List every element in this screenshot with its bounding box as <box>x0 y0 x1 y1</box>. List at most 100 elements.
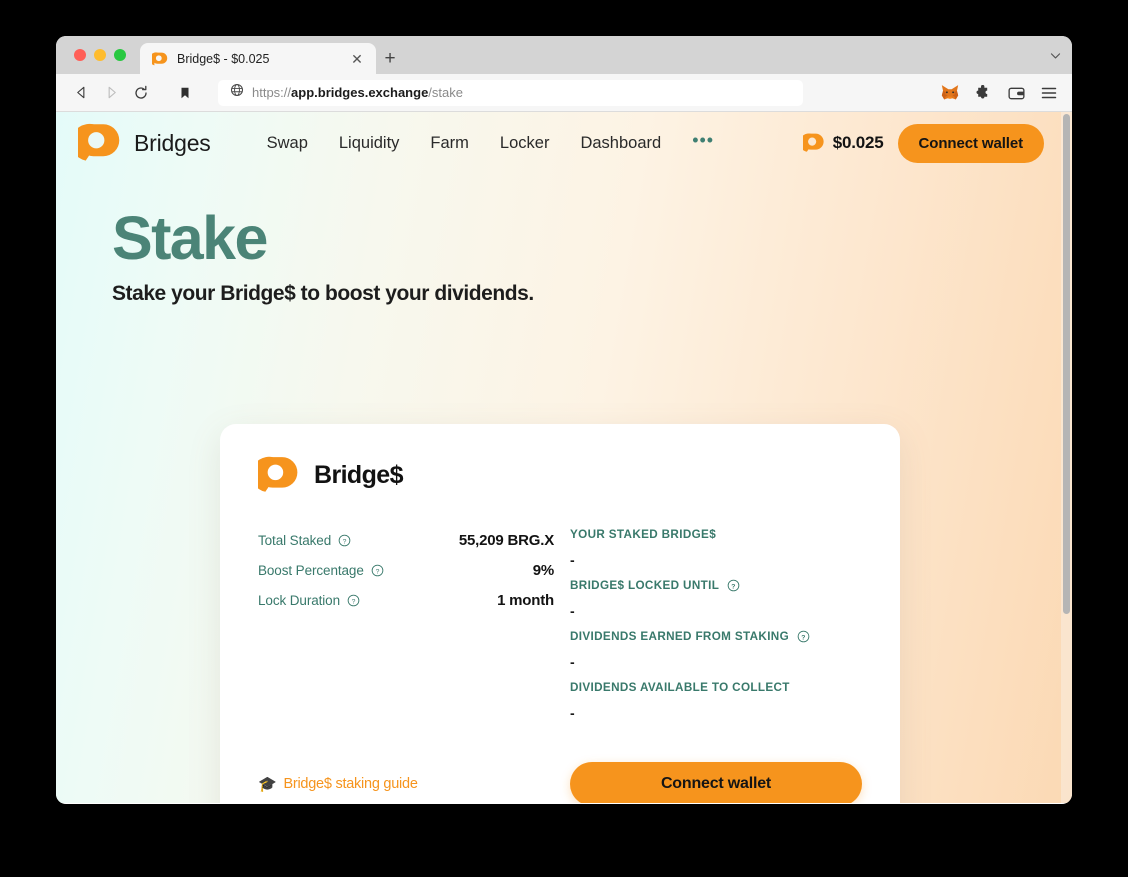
back-arrow-icon[interactable] <box>68 80 94 106</box>
help-icon[interactable]: ? <box>347 594 360 607</box>
stat-label-total-staked: Total Staked ? <box>258 533 351 548</box>
user-stat-dividends-earned: DIVIDENDS EARNED FROM STAKING ? - <box>570 630 862 670</box>
token-price-value: $0.025 <box>832 133 884 152</box>
user-stats-column: YOUR STAKED BRIDGE$ - BRIDGE$ LOCKED UNT… <box>554 528 862 732</box>
window-traffic-lights <box>68 36 136 74</box>
user-stat-your-staked: YOUR STAKED BRIDGE$ - <box>570 528 862 568</box>
connect-wallet-button-card[interactable]: Connect wallet <box>570 762 862 803</box>
nav-links: Swap Liquidity Farm Locker Dashboard ••• <box>267 131 715 155</box>
svg-text:?: ? <box>731 583 735 590</box>
address-bar[interactable]: https://app.bridges.exchange/stake <box>218 79 803 106</box>
page-title: Stake <box>112 204 268 272</box>
user-stat-locked-until: BRIDGE$ LOCKED UNTIL ? - <box>570 579 862 619</box>
help-icon[interactable]: ? <box>797 630 810 643</box>
url-scheme: https:// <box>252 85 292 100</box>
user-stat-value: - <box>570 603 575 619</box>
page-scrollbar[interactable] <box>1061 112 1072 803</box>
plus-icon[interactable]: + <box>376 43 404 74</box>
browser-tab-strip: Bridge$ - $0.025 ✕ + <box>56 36 1072 74</box>
minimize-window-button[interactable] <box>94 49 106 61</box>
close-icon[interactable]: ✕ <box>348 50 366 68</box>
stat-row: Boost Percentage ? 9% <box>258 562 554 579</box>
bookmark-icon[interactable] <box>172 80 198 106</box>
nav-link-locker[interactable]: Locker <box>500 134 550 153</box>
browser-tab-title: Bridge$ - $0.025 <box>177 51 270 66</box>
url-domain: app.bridges.exchange <box>291 85 429 100</box>
user-stat-label: YOUR STAKED BRIDGE$ <box>570 528 862 541</box>
stake-card-title: Bridge$ <box>314 460 403 489</box>
svg-text:?: ? <box>375 568 379 575</box>
hamburger-menu-icon[interactable] <box>1036 80 1062 106</box>
stake-card: Bridge$ Total Staked ? 55,209 BRG.X Boos… <box>220 424 900 803</box>
stat-row: Lock Duration ? 1 month <box>258 592 554 609</box>
stat-label-boost-percentage: Boost Percentage ? <box>258 563 384 578</box>
page-scrollbar-thumb[interactable] <box>1063 114 1070 614</box>
help-icon[interactable]: ? <box>727 579 740 592</box>
bridges-logo-icon <box>71 121 122 165</box>
reload-icon[interactable] <box>128 80 154 106</box>
bridges-logo-icon <box>251 454 300 496</box>
user-stat-value: - <box>570 705 575 721</box>
globe-icon <box>230 83 244 102</box>
maximize-window-button[interactable] <box>114 49 126 61</box>
svg-text:?: ? <box>352 598 356 605</box>
user-stat-label: BRIDGE$ LOCKED UNTIL ? <box>570 579 862 592</box>
user-stat-dividends-available: DIVIDENDS AVAILABLE TO COLLECT - <box>570 681 862 721</box>
stat-label-text: Lock Duration <box>258 593 340 608</box>
stake-card-footer: 🎓 Bridge$ staking guide Connect wallet <box>258 762 862 803</box>
browser-window: Bridge$ - $0.025 ✕ + https://app.bridges… <box>56 36 1072 804</box>
stat-label-lock-duration: Lock Duration ? <box>258 593 360 608</box>
nav-right-group: $0.025 Connect wallet <box>799 123 1044 163</box>
staking-guide-label: Bridge$ staking guide <box>283 776 418 792</box>
nav-link-farm[interactable]: Farm <box>430 134 469 153</box>
bridges-token-icon <box>799 132 825 154</box>
stat-value-lock-duration: 1 month <box>497 592 554 609</box>
chevron-down-icon[interactable] <box>1038 36 1072 74</box>
connect-wallet-button-nav[interactable]: Connect wallet <box>897 123 1044 163</box>
token-price-indicator: $0.025 <box>799 132 884 154</box>
brand-logo-link[interactable]: Bridges <box>71 121 211 165</box>
hero-section: Stake Stake your Bridge$ to boost your d… <box>56 174 1072 306</box>
help-icon[interactable]: ? <box>338 534 351 547</box>
more-menu-icon[interactable]: ••• <box>692 131 714 155</box>
help-icon[interactable]: ? <box>371 564 384 577</box>
staking-guide-link[interactable]: 🎓 Bridge$ staking guide <box>258 776 554 792</box>
user-stat-label: DIVIDENDS EARNED FROM STAKING ? <box>570 630 862 643</box>
nav-link-swap[interactable]: Swap <box>267 134 308 153</box>
graduation-cap-icon: 🎓 <box>258 775 277 793</box>
page-subtitle: Stake your Bridge$ to boost your dividen… <box>112 282 534 306</box>
user-stat-value: - <box>570 654 575 670</box>
user-stat-label-text: BRIDGE$ LOCKED UNTIL <box>570 579 720 592</box>
url-path: /stake <box>428 85 463 100</box>
page-viewport: Bridges Swap Liquidity Farm Locker Dashb… <box>56 112 1072 803</box>
svg-text:?: ? <box>801 634 805 641</box>
user-stat-label: DIVIDENDS AVAILABLE TO COLLECT <box>570 681 862 694</box>
address-bar-url: https://app.bridges.exchange/stake <box>252 85 463 100</box>
close-window-button[interactable] <box>74 49 86 61</box>
stat-label-text: Total Staked <box>258 533 332 548</box>
stat-row: Total Staked ? 55,209 BRG.X <box>258 532 554 549</box>
pool-stats-column: Total Staked ? 55,209 BRG.X Boost Percen… <box>258 528 554 732</box>
browser-toolbar: https://app.bridges.exchange/stake <box>56 74 1072 112</box>
user-stat-label-text: DIVIDENDS EARNED FROM STAKING <box>570 630 790 643</box>
user-stat-label-text: YOUR STAKED BRIDGE$ <box>570 528 717 541</box>
stat-value-boost-percentage: 9% <box>532 562 554 579</box>
stake-card-header: Bridge$ <box>251 454 862 496</box>
forward-arrow-icon <box>98 80 124 106</box>
user-stat-label-text: DIVIDENDS AVAILABLE TO COLLECT <box>570 681 790 694</box>
svg-text:?: ? <box>343 538 347 545</box>
toolbar-extensions <box>937 80 1062 106</box>
brand-name: Bridges <box>134 129 211 156</box>
stat-value-total-staked: 55,209 BRG.X <box>458 532 554 549</box>
wallet-icon[interactable] <box>1003 80 1029 106</box>
site-navigation: Bridges Swap Liquidity Farm Locker Dashb… <box>56 112 1072 174</box>
nav-link-dashboard[interactable]: Dashboard <box>580 134 661 153</box>
browser-tab[interactable]: Bridge$ - $0.025 ✕ <box>140 43 376 74</box>
puzzle-piece-icon[interactable] <box>970 80 996 106</box>
stat-label-text: Boost Percentage <box>258 563 364 578</box>
user-stat-value: - <box>570 552 575 568</box>
nav-link-liquidity[interactable]: Liquidity <box>339 134 400 153</box>
bridges-logo-icon <box>149 51 168 67</box>
stake-card-body: Total Staked ? 55,209 BRG.X Boost Percen… <box>258 528 862 732</box>
metamask-icon[interactable] <box>937 80 963 106</box>
